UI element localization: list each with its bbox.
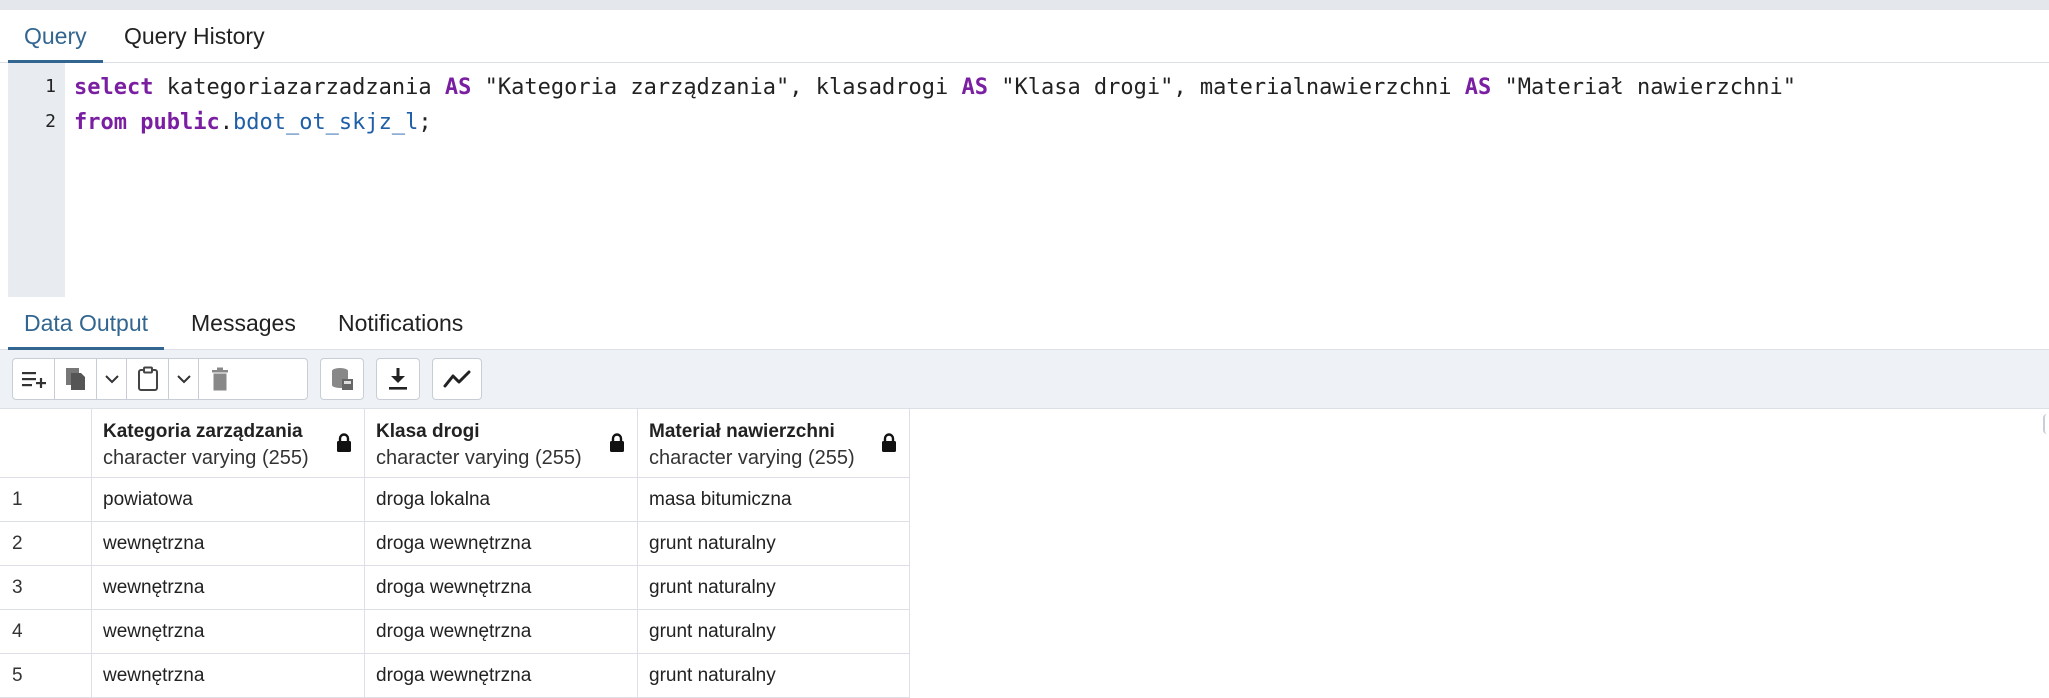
sql-table-name: bdot_ot_skjz_l: [232, 110, 419, 135]
sql-text: ;: [418, 110, 432, 135]
download-group: [376, 358, 420, 400]
lock-icon: [882, 433, 896, 452]
chevron-down-icon: [176, 375, 191, 384]
table-cell[interactable]: masa bitumiczna: [638, 478, 910, 522]
save-data-icon: [332, 368, 353, 390]
table-cell[interactable]: droga wewnętrzna: [365, 610, 638, 654]
column-name: Materiał nawierzchni: [649, 421, 835, 442]
column-name: Kategoria zarządzania: [103, 421, 303, 442]
sql-editor[interactable]: 1 2 select kategoriazarzadzania AS "Kate…: [0, 63, 2049, 298]
table-cell[interactable]: droga wewnętrzna: [365, 522, 638, 566]
sql-keyword: public: [140, 110, 220, 135]
sql-keyword: AS: [444, 75, 472, 100]
download-button[interactable]: [377, 359, 419, 399]
row-number-cell[interactable]: 4: [0, 610, 92, 654]
save-data-button[interactable]: [321, 359, 363, 399]
copy-icon: [65, 368, 85, 390]
save-group: [320, 358, 364, 400]
paste-button[interactable]: [127, 359, 169, 399]
add-row-icon: [21, 372, 46, 388]
column-header[interactable]: Materiał nawierzchni character varying (…: [638, 409, 910, 478]
sql-text: .: [219, 110, 233, 135]
line-number: 1: [45, 76, 56, 97]
tab-messages[interactable]: Messages: [191, 297, 296, 349]
graph-group: [432, 358, 482, 400]
paste-icon: [137, 366, 158, 391]
code-line-1[interactable]: select kategoriazarzadzania AS "Kategori…: [74, 75, 1796, 100]
sql-keyword: from: [74, 110, 127, 135]
query-tabs: Query Query History: [0, 10, 2049, 63]
top-strip: [0, 0, 2049, 10]
table-cell[interactable]: grunt naturalny: [638, 522, 910, 566]
column-type: character varying (255): [376, 447, 582, 469]
column-header[interactable]: Kategoria zarządzania character varying …: [92, 409, 365, 478]
line-gutter: 1 2: [8, 63, 65, 297]
add-row-button[interactable]: [13, 359, 55, 399]
chevron-down-icon: [104, 375, 119, 384]
graph-icon: [443, 370, 471, 388]
line-number: 2: [45, 111, 56, 132]
download-icon: [389, 368, 407, 390]
sql-text: "Kategoria zarządzania", klasadrogi: [471, 75, 962, 100]
scrollbar-handle[interactable]: [2043, 414, 2049, 434]
tab-data-output[interactable]: Data Output: [7, 297, 165, 350]
sql-keyword: AS: [1464, 75, 1492, 100]
table-cell[interactable]: grunt naturalny: [638, 654, 910, 698]
column-type: character varying (255): [649, 447, 855, 469]
table-cell[interactable]: grunt naturalny: [638, 610, 910, 654]
row-number-header: [0, 409, 92, 478]
lock-icon: [337, 433, 351, 452]
lock-icon: [610, 433, 624, 452]
table-cell[interactable]: grunt naturalny: [638, 566, 910, 610]
row-number-cell[interactable]: 1: [0, 478, 92, 522]
copy-options-button[interactable]: [97, 359, 127, 399]
sql-text: kategoriazarzadzania: [153, 75, 445, 100]
sql-keyword: select: [74, 75, 154, 100]
table-cell[interactable]: powiatowa: [92, 478, 365, 522]
table-cell[interactable]: wewnętrzna: [92, 654, 365, 698]
row-number-cell[interactable]: 2: [0, 522, 92, 566]
paste-options-button[interactable]: [169, 359, 199, 399]
table-cell[interactable]: droga wewnętrzna: [365, 566, 638, 610]
column-name: Klasa drogi: [376, 421, 480, 442]
tab-query-history[interactable]: Query History: [124, 10, 265, 62]
edit-button-group: [12, 358, 308, 400]
row-number-cell[interactable]: 3: [0, 566, 92, 610]
sql-text: "Klasa drogi", materialnawierzchni: [987, 75, 1465, 100]
table-cell[interactable]: wewnętrzna: [92, 610, 365, 654]
data-output-toolbar: [0, 350, 2049, 409]
table-cell[interactable]: droga lokalna: [365, 478, 638, 522]
graph-visualiser-button[interactable]: [433, 359, 481, 399]
column-header[interactable]: Klasa drogi character varying (255): [365, 409, 638, 478]
delete-button[interactable]: [199, 359, 241, 399]
row-number-cell[interactable]: 5: [0, 654, 92, 698]
copy-button[interactable]: [55, 359, 97, 399]
table-cell[interactable]: wewnętrzna: [92, 522, 365, 566]
table-cell[interactable]: wewnętrzna: [92, 566, 365, 610]
sql-text: "Materiał nawierzchni": [1491, 75, 1796, 100]
code-line-2[interactable]: from public.bdot_ot_skjz_l;: [74, 110, 432, 135]
tab-notifications[interactable]: Notifications: [338, 297, 463, 349]
tab-query[interactable]: Query: [8, 10, 103, 63]
delete-icon: [212, 367, 228, 391]
sql-keyword: AS: [961, 75, 988, 100]
output-tabs: Data Output Messages Notifications: [0, 297, 2049, 350]
table-cell[interactable]: droga wewnętrzna: [365, 654, 638, 698]
column-type: character varying (255): [103, 447, 309, 469]
